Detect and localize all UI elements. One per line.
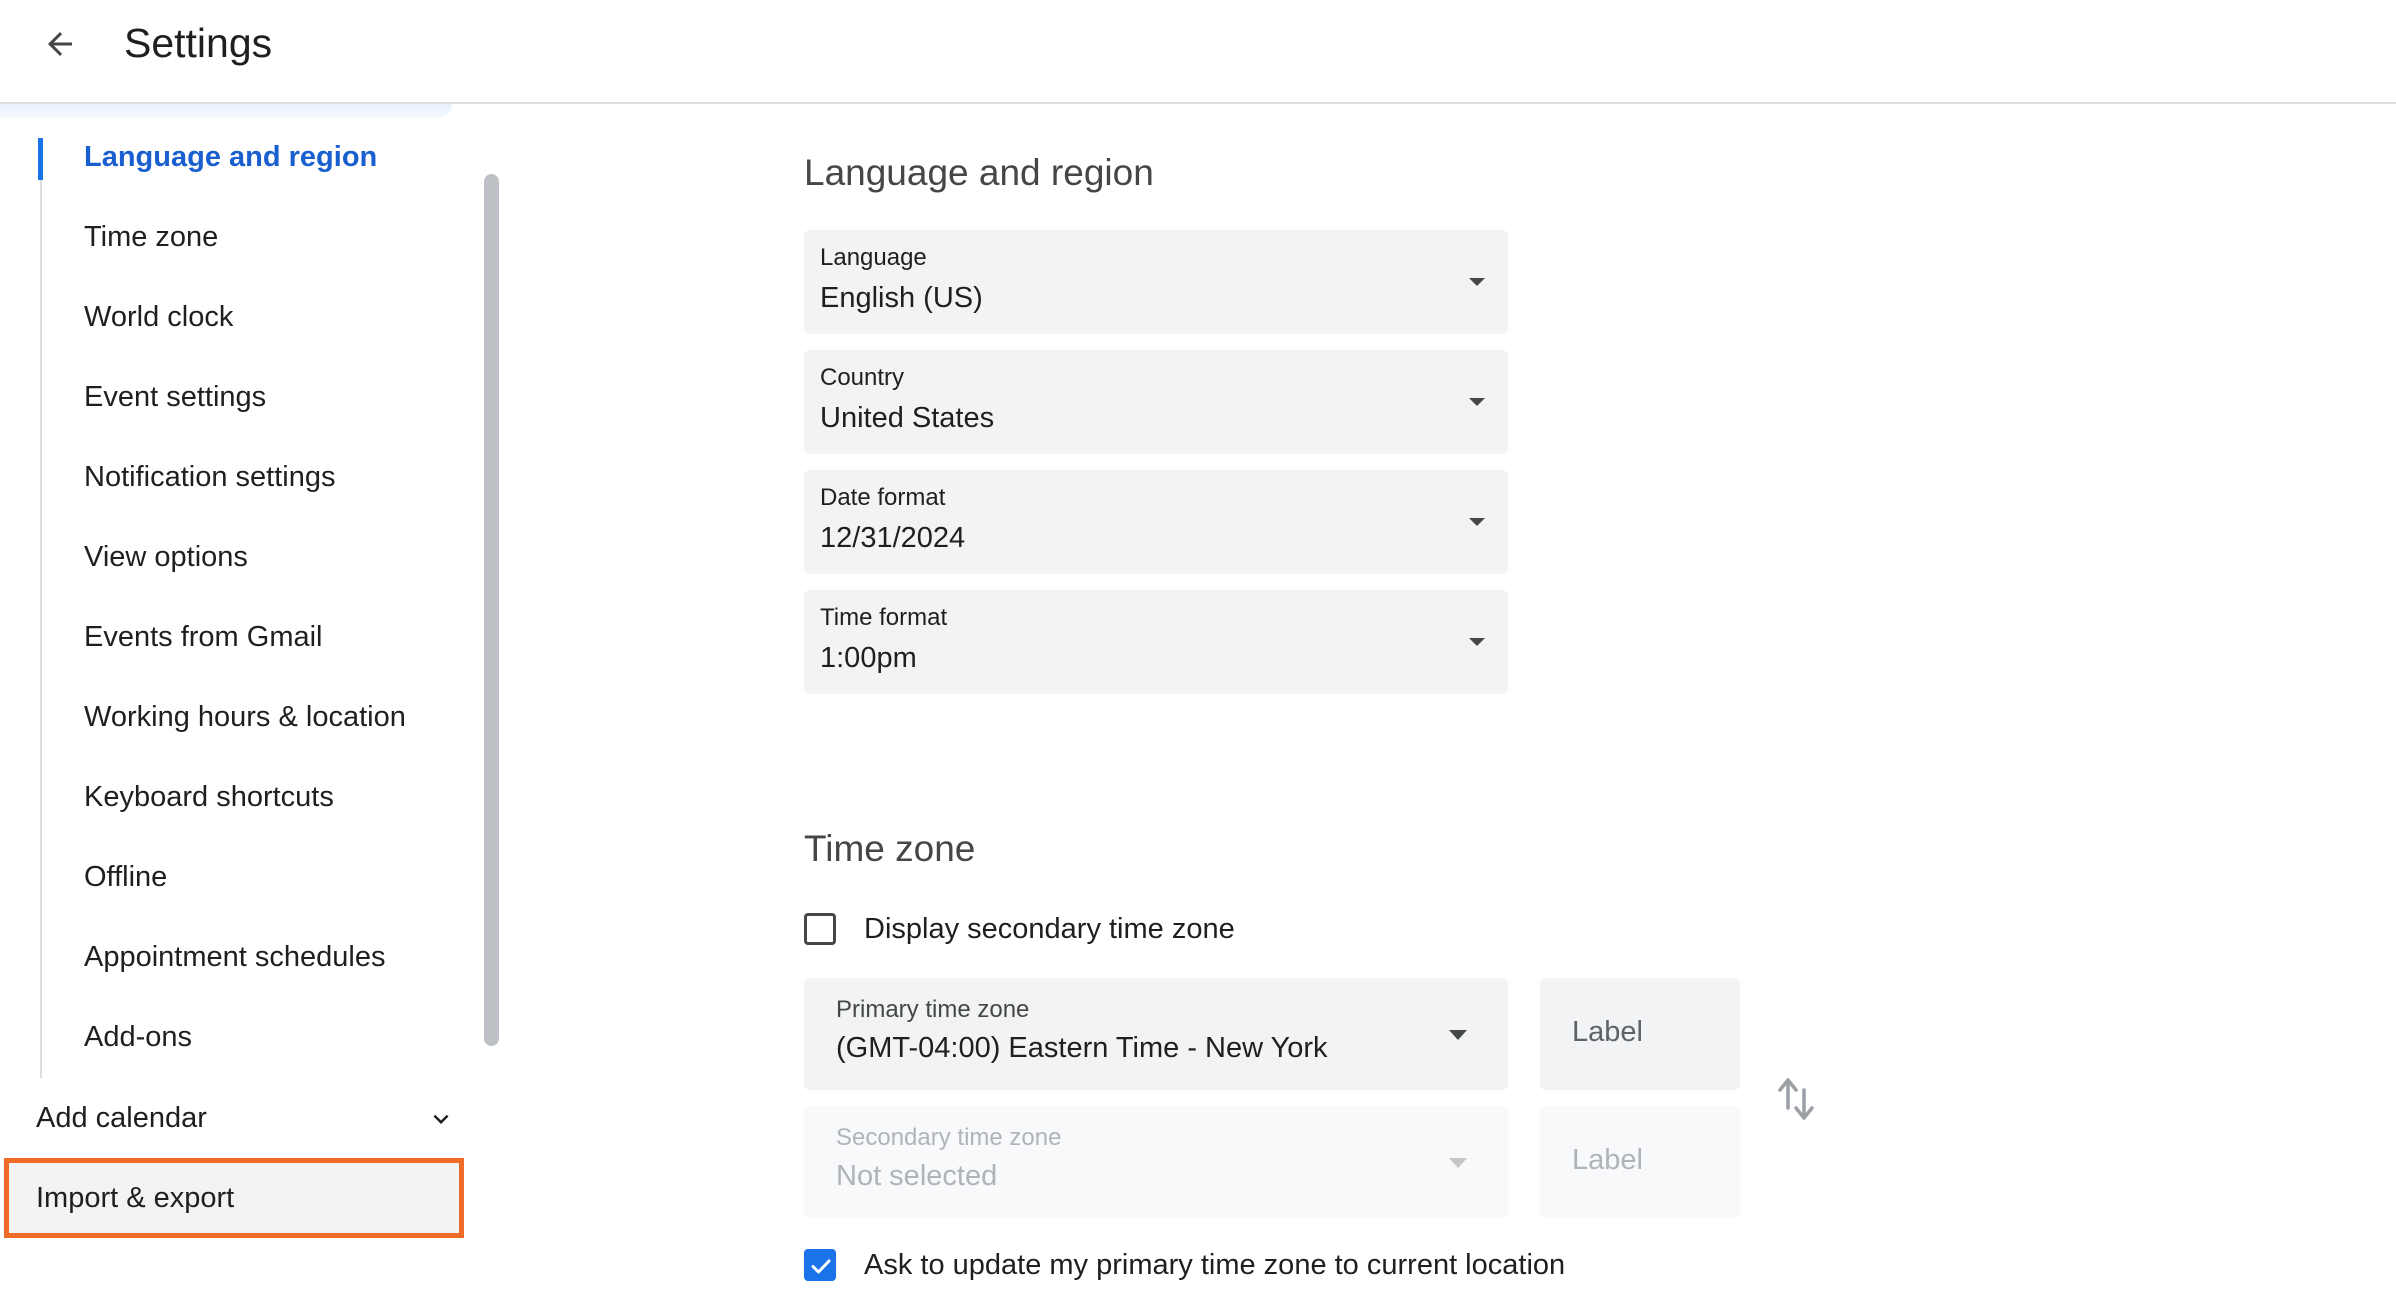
time-format-select[interactable]: Time format 1:00pm (804, 590, 1508, 694)
language-label: Language (820, 244, 927, 272)
date-format-select[interactable]: Date format 12/31/2024 (804, 470, 1508, 574)
sidebar-item-event-settings[interactable]: Event settings (84, 367, 464, 427)
dropdown-arrow-icon (1446, 1028, 1470, 1042)
secondary-tz-label-input: Label (1540, 1106, 1740, 1218)
country-select[interactable]: Country United States (804, 350, 1508, 454)
primary-time-zone-select[interactable]: Primary time zone (GMT-04:00) Eastern Ti… (804, 978, 1508, 1090)
secondary-time-zone-select: Secondary time zone Not selected (804, 1106, 1508, 1218)
sidebar-item-appointment-schedules[interactable]: Appointment schedules (84, 927, 464, 987)
sidebar-item-language-and-region[interactable]: Language and region (84, 127, 464, 187)
arrow-back-icon (42, 26, 78, 62)
primary-tz-label: Primary time zone (836, 996, 1029, 1024)
sidebar-scrollbar[interactable] (484, 174, 499, 1046)
country-label: Country (820, 364, 904, 392)
sidebar-item-view-options[interactable]: View options (84, 527, 464, 587)
country-value: United States (820, 402, 994, 435)
nav-divider (40, 138, 42, 1078)
language-region-heading: Language and region (804, 152, 1154, 194)
sidebar-item-add-ons[interactable]: Add-ons (84, 1007, 464, 1067)
page-title: Settings (124, 18, 272, 68)
sidebar-item-time-zone[interactable]: Time zone (84, 207, 464, 267)
dropdown-arrow-icon (1466, 396, 1488, 408)
sidebar-item-events-from-gmail[interactable]: Events from Gmail (84, 607, 464, 667)
import-export-button[interactable]: Import & export (4, 1158, 464, 1238)
import-export-label: Import & export (36, 1173, 234, 1223)
date-format-value: 12/31/2024 (820, 522, 965, 555)
sidebar-item-keyboard-shortcuts[interactable]: Keyboard shortcuts (84, 767, 464, 827)
header-accent (0, 104, 452, 118)
language-select[interactable]: Language English (US) (804, 230, 1508, 334)
checkbox-checked[interactable] (804, 1249, 836, 1281)
language-value: English (US) (820, 282, 983, 315)
top-bar: Settings (0, 0, 2396, 104)
dropdown-arrow-icon (1466, 636, 1488, 648)
secondary-tz-label: Secondary time zone (836, 1124, 1061, 1152)
ask-update-tz-label: Ask to update my primary time zone to cu… (864, 1246, 1565, 1284)
sidebar-item-working-hours-location[interactable]: Working hours & location (84, 687, 464, 747)
time-format-value: 1:00pm (820, 642, 917, 675)
primary-tz-label-input[interactable]: Label (1540, 978, 1740, 1090)
chevron-down-icon (426, 1104, 456, 1134)
add-calendar-label: Add calendar (36, 1102, 207, 1134)
check-icon (809, 1254, 833, 1278)
secondary-tz-value: Not selected (836, 1160, 997, 1193)
active-indicator (38, 138, 43, 180)
add-calendar-button[interactable]: Add calendar (36, 1090, 456, 1146)
dropdown-arrow-icon (1466, 516, 1488, 528)
primary-tz-value: (GMT-04:00) Eastern Time - New York (836, 1032, 1328, 1065)
sidebar-item-world-clock[interactable]: World clock (84, 287, 464, 347)
time-format-label: Time format (820, 604, 947, 632)
sidebar-item-offline[interactable]: Offline (84, 847, 464, 907)
checkbox-unchecked[interactable] (804, 913, 836, 945)
dropdown-arrow-icon (1446, 1156, 1470, 1170)
display-secondary-tz-checkbox[interactable]: Display secondary time zone (804, 910, 1324, 954)
date-format-label: Date format (820, 484, 945, 512)
swap-time-zones-icon[interactable] (1774, 1074, 1820, 1124)
time-zone-heading: Time zone (804, 828, 975, 870)
back-button[interactable] (30, 14, 90, 74)
label-placeholder: Label (1572, 1016, 1643, 1049)
display-secondary-tz-label: Display secondary time zone (864, 910, 1235, 948)
dropdown-arrow-icon (1466, 276, 1488, 288)
ask-update-tz-checkbox[interactable]: Ask to update my primary time zone to cu… (804, 1246, 1564, 1290)
label-placeholder: Label (1572, 1144, 1643, 1177)
sidebar-item-notification-settings[interactable]: Notification settings (84, 447, 464, 507)
